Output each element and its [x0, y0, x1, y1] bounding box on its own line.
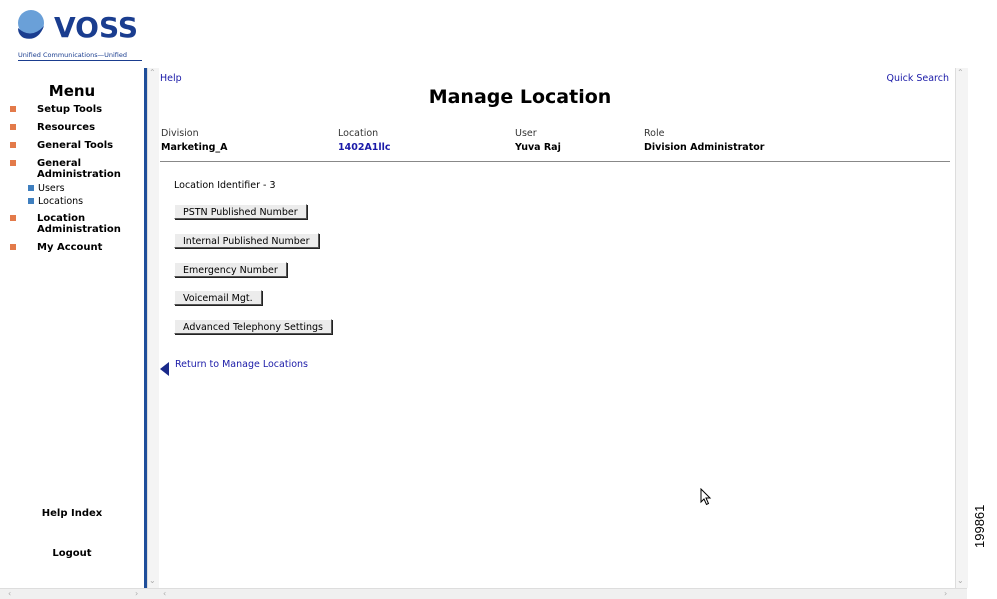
scroll-up-icon[interactable]: ⌃	[149, 68, 156, 77]
scroll-right-icon[interactable]: ›	[944, 589, 947, 598]
mouse-pointer-icon	[700, 488, 712, 506]
role-label: Role	[644, 128, 665, 139]
division-info: Division Marketing_A	[161, 128, 228, 153]
menu-item-label: Setup Tools	[37, 104, 103, 115]
voicemail-mgt-button[interactable]: Voicemail Mgt.	[174, 290, 262, 305]
scroll-left-icon[interactable]: ‹	[163, 589, 166, 598]
bullet-icon	[10, 142, 16, 148]
main-content: Help Quick Search Manage Location Divisi…	[160, 68, 952, 588]
user-label: User	[515, 128, 537, 139]
location-identifier: Location Identifier - 3	[174, 180, 276, 191]
submenu-item-locations[interactable]: Locations	[10, 196, 142, 207]
location-value-link[interactable]: 1402A1llc	[338, 142, 391, 153]
menu-item-label: General Administration	[37, 158, 121, 180]
scroll-down-icon[interactable]: ⌄	[957, 576, 964, 585]
menu-scrollbar[interactable]: ⌃ ⌄	[147, 68, 159, 588]
horizontal-scrollbar[interactable]: ‹ › ‹ ›	[0, 588, 967, 599]
sub-bullet-icon	[28, 185, 34, 191]
voss-logo: VOSS Unified Communications—Unified	[14, 6, 146, 64]
main-scrollbar[interactable]: ⌃ ⌄	[955, 68, 968, 588]
emergency-number-button[interactable]: Emergency Number	[174, 262, 287, 277]
location-label: Location	[338, 128, 379, 139]
pstn-published-number-button[interactable]: PSTN Published Number	[174, 204, 307, 219]
logo-underline	[18, 60, 142, 61]
bullet-icon	[10, 215, 16, 221]
menu-item-label: General Tools	[37, 140, 114, 151]
menu-item-label: Resources	[37, 122, 96, 133]
internal-published-number-button[interactable]: Internal Published Number	[174, 233, 319, 248]
menu-item-setup-tools[interactable]: Setup Tools	[10, 104, 142, 115]
bullet-icon	[10, 106, 16, 112]
return-link-text[interactable]: Return to Manage Locations	[175, 359, 308, 370]
bullet-icon	[10, 160, 16, 166]
left-menu: Menu Setup Tools Resources General Tools…	[0, 68, 144, 588]
role-info: Role Division Administrator	[644, 128, 764, 153]
logo-wordmark: VOSS	[54, 11, 138, 44]
voss-swoosh-icon: VOSS	[18, 10, 138, 44]
submenu-item-label: Locations	[38, 196, 84, 207]
role-value: Division Administrator	[644, 142, 765, 153]
menu-item-location-administration[interactable]: Location Administration	[10, 213, 121, 235]
location-info: Location 1402A1llc	[338, 128, 391, 153]
submenu-item-users[interactable]: Users	[10, 183, 142, 194]
scroll-up-icon[interactable]: ⌃	[957, 68, 964, 77]
menu-item-resources[interactable]: Resources	[10, 122, 142, 133]
page-title: Manage Location	[428, 86, 612, 108]
help-index-link[interactable]: Help Index	[0, 508, 144, 519]
division-value: Marketing_A	[161, 142, 228, 153]
user-info: User Yuva Raj	[515, 128, 561, 153]
scroll-left-icon[interactable]: ‹	[8, 589, 11, 598]
user-value: Yuva Raj	[515, 142, 561, 153]
menu-item-general-tools[interactable]: General Tools	[10, 140, 142, 151]
quick-search-link[interactable]: Quick Search	[886, 73, 949, 84]
header-divider	[160, 161, 950, 162]
help-link[interactable]: Help	[160, 73, 182, 84]
scroll-down-icon[interactable]: ⌄	[149, 576, 156, 585]
menu-item-my-account[interactable]: My Account	[10, 242, 142, 253]
division-label: Division	[161, 128, 199, 139]
figure-number: 199861	[972, 504, 987, 548]
logo-tagline: Unified Communications—Unified	[18, 51, 127, 59]
advanced-telephony-settings-button[interactable]: Advanced Telephony Settings	[174, 319, 332, 334]
back-arrow-icon	[160, 362, 169, 376]
menu-item-label: My Account	[37, 242, 103, 253]
menu-item-general-administration[interactable]: General Administration	[10, 158, 121, 180]
menu-item-label: Location Administration	[37, 213, 121, 235]
submenu-item-label: Users	[38, 183, 65, 194]
scroll-right-icon[interactable]: ›	[135, 589, 138, 598]
bullet-icon	[10, 244, 16, 250]
menu-list: Setup Tools Resources General Tools Gene…	[10, 104, 142, 260]
sub-bullet-icon	[28, 198, 34, 204]
logout-link[interactable]: Logout	[0, 548, 144, 559]
menu-title: Menu	[48, 82, 96, 100]
bullet-icon	[10, 124, 16, 130]
